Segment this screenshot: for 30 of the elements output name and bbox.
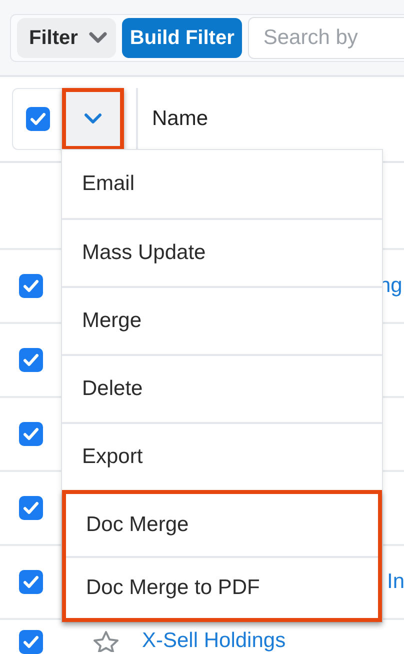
star-icon[interactable] (92, 630, 120, 652)
checkmark-icon (23, 501, 39, 515)
menu-item[interactable]: Email (62, 150, 382, 218)
column-header[interactable]: Name (152, 107, 208, 131)
checkbox[interactable] (19, 630, 43, 654)
checkmark-icon (23, 279, 39, 293)
search-field[interactable]: Search by (248, 17, 404, 59)
checkbox[interactable] (19, 496, 43, 520)
chevron-down-icon (88, 32, 108, 44)
menu-item[interactable]: Merge (62, 286, 382, 354)
checkmark-icon (30, 112, 46, 126)
build-filter-button[interactable]: Build Filter (122, 18, 242, 58)
checkmark-icon (23, 635, 39, 649)
checkmark-icon (23, 575, 39, 589)
menu-item[interactable]: Doc Merge to PDF (66, 556, 378, 618)
checkbox[interactable] (19, 348, 43, 372)
record-link[interactable]: X-Sell Holdings (142, 630, 286, 652)
checkmark-icon (23, 427, 39, 441)
chevron-down-icon (83, 113, 103, 125)
checkbox[interactable] (19, 274, 43, 298)
checkmark-icon (23, 353, 39, 367)
menu-item[interactable]: Mass Update (62, 218, 382, 286)
menu-item[interactable]: Delete (62, 354, 382, 422)
menu-item[interactable]: Doc Merge (66, 494, 378, 556)
filter-button[interactable]: Filter (17, 18, 116, 58)
checkbox[interactable] (19, 570, 43, 594)
actions-dropdown-button[interactable] (62, 88, 124, 150)
record-link[interactable]: In (387, 570, 404, 594)
checkbox[interactable] (26, 107, 50, 131)
checkbox[interactable] (19, 422, 43, 446)
